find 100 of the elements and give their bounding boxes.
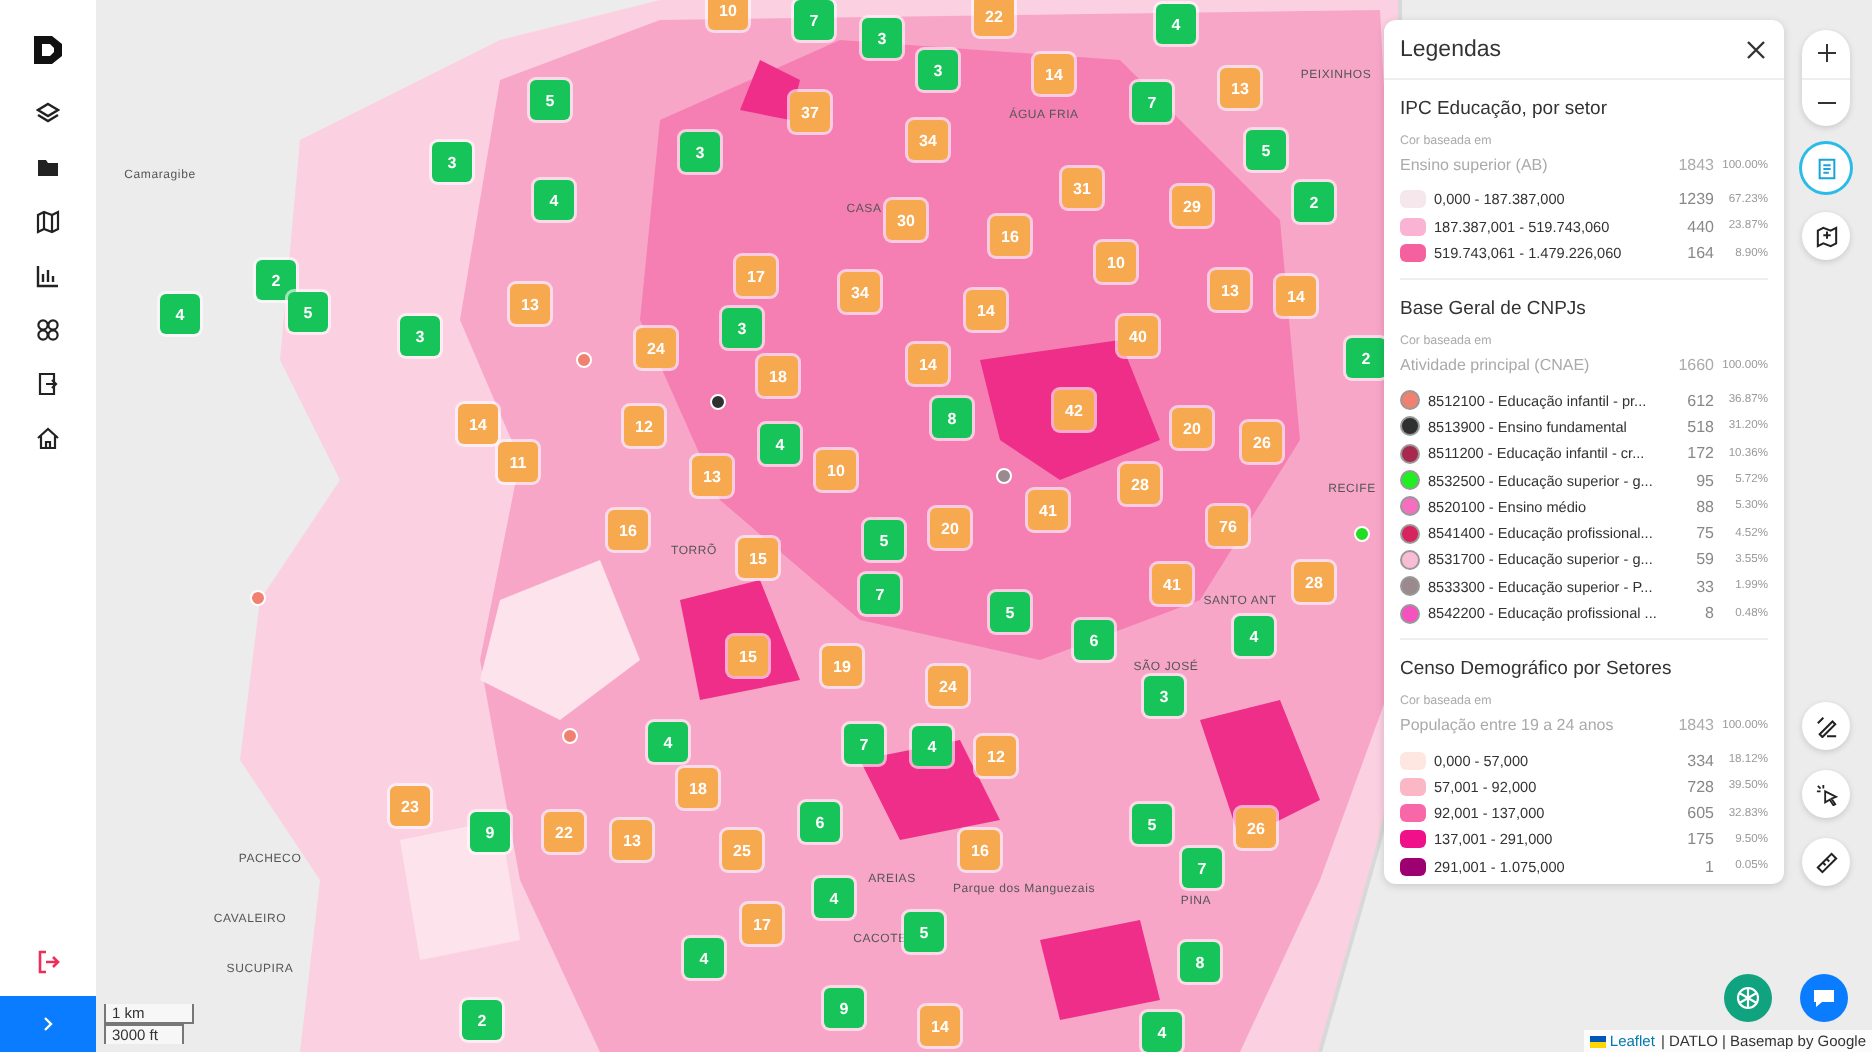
cluster-marker[interactable]: 2 xyxy=(256,260,296,300)
cluster-marker[interactable]: 5 xyxy=(1246,130,1286,170)
folder-icon[interactable] xyxy=(35,156,61,182)
cluster-marker[interactable]: 42 xyxy=(1054,390,1094,430)
cluster-marker[interactable]: 13 xyxy=(1210,270,1250,310)
cluster-marker[interactable]: 8 xyxy=(1180,942,1220,982)
legend-count: 75 xyxy=(1696,524,1714,543)
cluster-marker[interactable]: 23 xyxy=(390,786,430,826)
cluster-marker[interactable]: 2 xyxy=(1346,338,1386,378)
cluster-marker[interactable]: 40 xyxy=(1118,316,1158,356)
cluster-marker[interactable]: 7 xyxy=(1132,82,1172,122)
cluster-marker[interactable]: 14 xyxy=(458,404,498,444)
cluster-marker[interactable]: 5 xyxy=(288,292,328,332)
cluster-marker[interactable]: 26 xyxy=(1236,808,1276,848)
legend-button[interactable] xyxy=(1802,144,1850,192)
cluster-marker[interactable]: 34 xyxy=(840,272,880,312)
cluster-marker[interactable]: 3 xyxy=(1144,676,1184,716)
cluster-marker[interactable]: 9 xyxy=(824,988,864,1028)
cluster-marker[interactable]: 4 xyxy=(160,294,200,334)
cluster-marker[interactable]: 22 xyxy=(974,0,1014,36)
cluster-marker[interactable]: 5 xyxy=(990,592,1030,632)
cluster-marker[interactable]: 7 xyxy=(794,0,834,40)
cluster-marker[interactable]: 20 xyxy=(930,508,970,548)
cluster-marker[interactable]: 4 xyxy=(1156,4,1196,44)
cluster-marker[interactable]: 18 xyxy=(678,768,718,808)
cluster-marker[interactable]: 16 xyxy=(960,830,1000,870)
cluster-marker[interactable]: 3 xyxy=(918,50,958,90)
cluster-marker[interactable]: 15 xyxy=(728,636,768,676)
cluster-marker[interactable]: 17 xyxy=(742,904,782,944)
layers-icon[interactable] xyxy=(35,102,61,128)
cluster-marker[interactable]: 3 xyxy=(400,316,440,356)
cluster-marker[interactable]: 30 xyxy=(886,200,926,240)
cluster-marker[interactable]: 34 xyxy=(908,120,948,160)
cluster-marker[interactable]: 10 xyxy=(816,450,856,490)
cluster-marker[interactable]: 7 xyxy=(844,724,884,764)
cluster-marker[interactable]: 6 xyxy=(800,802,840,842)
cluster-marker[interactable]: 3 xyxy=(722,308,762,348)
cluster-marker[interactable]: 5 xyxy=(904,912,944,952)
cluster-marker[interactable]: 7 xyxy=(860,574,900,614)
cluster-marker[interactable]: 5 xyxy=(1132,804,1172,844)
chart-icon[interactable] xyxy=(35,264,61,290)
home-icon[interactable] xyxy=(35,426,61,452)
map-icon[interactable] xyxy=(35,210,61,236)
cluster-marker[interactable]: 4 xyxy=(648,722,688,762)
cluster-marker[interactable]: 13 xyxy=(612,820,652,860)
cluster-marker[interactable]: 16 xyxy=(608,510,648,550)
cluster-marker[interactable]: 12 xyxy=(976,736,1016,776)
cluster-marker[interactable]: 25 xyxy=(722,830,762,870)
cluster-marker[interactable]: 37 xyxy=(790,92,830,132)
cluster-marker[interactable]: 4 xyxy=(814,878,854,918)
cluster-marker[interactable]: 11 xyxy=(498,442,538,482)
cluster-marker[interactable]: 4 xyxy=(684,938,724,978)
cluster-marker[interactable]: 5 xyxy=(864,520,904,560)
cluster-marker[interactable]: 10 xyxy=(708,0,748,30)
cluster-marker[interactable]: 41 xyxy=(1152,564,1192,604)
cluster-marker[interactable]: 4 xyxy=(1142,1012,1182,1052)
cluster-marker[interactable]: 8 xyxy=(932,398,972,438)
cluster-marker[interactable]: 13 xyxy=(510,284,550,324)
cluster-marker[interactable]: 18 xyxy=(758,356,798,396)
cluster-marker[interactable]: 6 xyxy=(1074,620,1114,660)
cluster-marker[interactable]: 4 xyxy=(534,180,574,220)
cluster-marker[interactable]: 13 xyxy=(1220,68,1260,108)
cluster-marker[interactable]: 4 xyxy=(760,424,800,464)
cluster-marker[interactable]: 20 xyxy=(1172,408,1212,448)
cluster-marker[interactable]: 28 xyxy=(1294,562,1334,602)
close-icon[interactable] xyxy=(1744,37,1768,61)
cluster-marker[interactable]: 3 xyxy=(680,132,720,172)
cluster-marker[interactable]: 22 xyxy=(544,812,584,852)
cluster-marker[interactable]: 15 xyxy=(738,538,778,578)
cluster-marker[interactable]: 29 xyxy=(1172,186,1212,226)
cluster-marker[interactable]: 14 xyxy=(920,1006,960,1046)
exit-box-icon[interactable] xyxy=(35,372,61,398)
cluster-marker[interactable]: 3 xyxy=(862,18,902,58)
cluster-marker[interactable]: 14 xyxy=(1276,276,1316,316)
cluster-marker[interactable]: 10 xyxy=(1096,242,1136,282)
cluster-marker[interactable]: 17 xyxy=(736,256,776,296)
logout-icon[interactable] xyxy=(36,950,60,974)
cluster-marker[interactable]: 24 xyxy=(636,328,676,368)
cluster-marker[interactable]: 3 xyxy=(432,142,472,182)
cluster-marker[interactable]: 12 xyxy=(624,406,664,446)
cluster-marker[interactable]: 28 xyxy=(1120,464,1160,504)
cluster-marker[interactable]: 31 xyxy=(1062,168,1102,208)
cluster-marker[interactable]: 76 xyxy=(1208,506,1248,546)
cluster-marker[interactable]: 14 xyxy=(1034,54,1074,94)
cluster-marker[interactable]: 16 xyxy=(990,216,1030,256)
cluster-marker[interactable]: 9 xyxy=(470,812,510,852)
cluster-marker[interactable]: 14 xyxy=(966,290,1006,330)
cluster-marker[interactable]: 7 xyxy=(1182,848,1222,888)
cluster-marker[interactable]: 14 xyxy=(908,344,948,384)
cluster-marker[interactable]: 19 xyxy=(822,646,862,686)
cluster-marker[interactable]: 4 xyxy=(912,726,952,766)
cluster-marker[interactable]: 2 xyxy=(1294,182,1334,222)
cluster-marker[interactable]: 26 xyxy=(1242,422,1282,462)
cluster-marker[interactable]: 41 xyxy=(1028,490,1068,530)
cluster-marker[interactable]: 24 xyxy=(928,666,968,706)
cluster-marker[interactable]: 2 xyxy=(462,1000,502,1040)
cluster-marker[interactable]: 4 xyxy=(1234,616,1274,656)
cluster-marker[interactable]: 13 xyxy=(692,456,732,496)
cluster-marker[interactable]: 5 xyxy=(530,80,570,120)
grid-icon[interactable] xyxy=(35,318,61,344)
